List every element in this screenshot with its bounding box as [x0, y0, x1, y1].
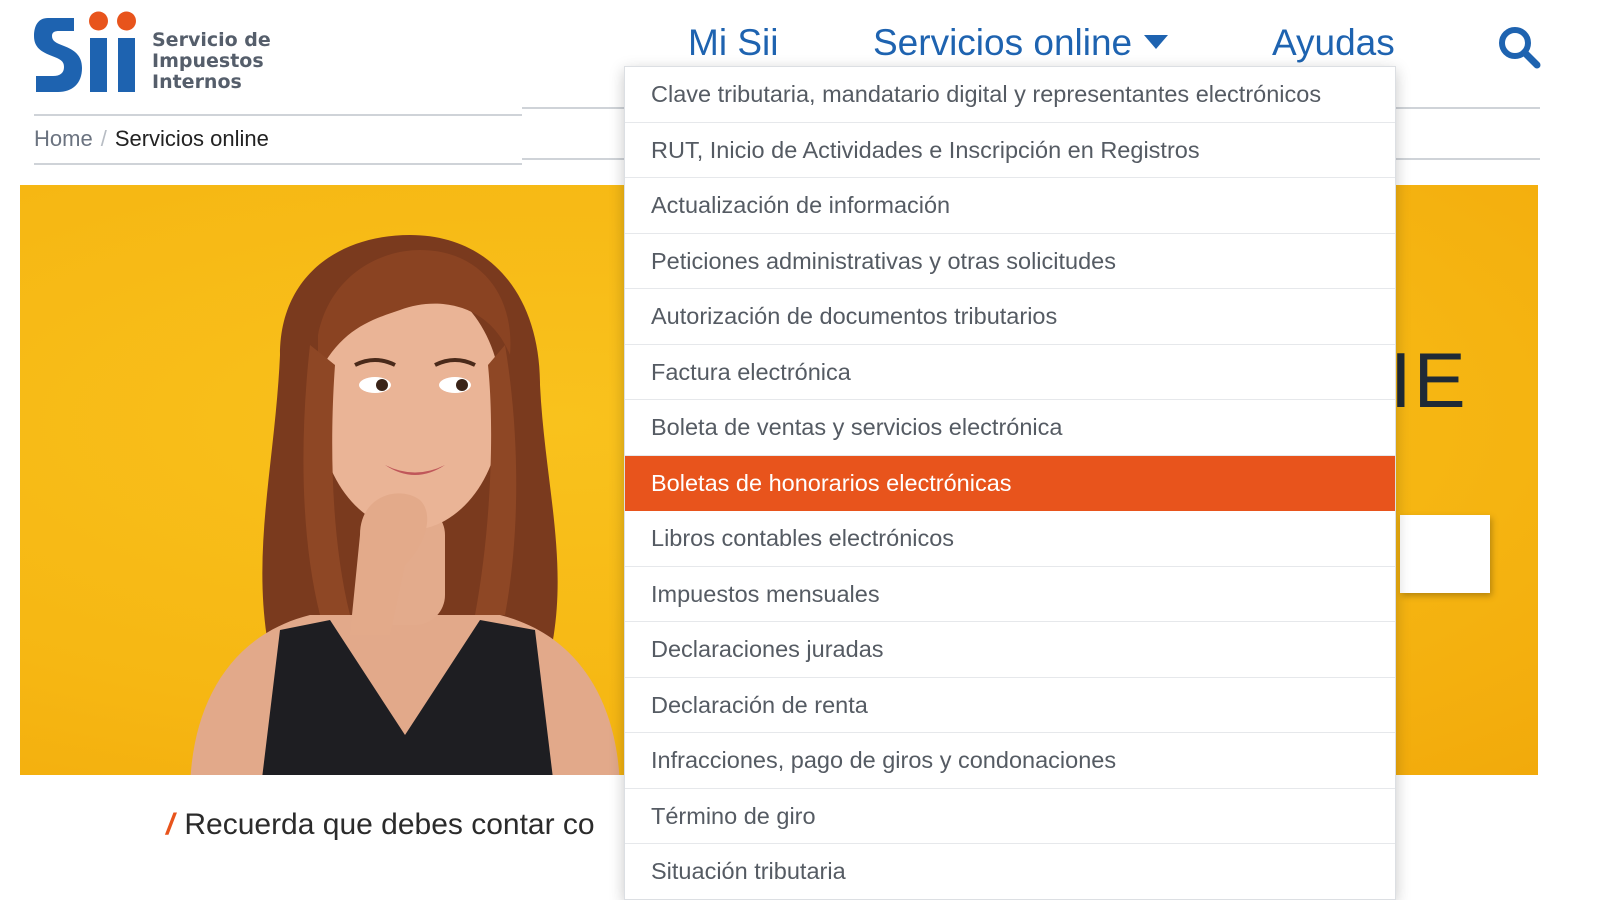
sii-logo-mark-icon	[34, 11, 136, 92]
menu-item-boletas-honorarios[interactable]: Boletas de honorarios electrónicas	[625, 455, 1395, 511]
sii-logo-text: Servicio de Impuestos Internos	[152, 30, 271, 93]
breadcrumb-home[interactable]: Home	[34, 126, 93, 151]
hero-button-card[interactable]	[1400, 515, 1490, 593]
nav-servicios-online[interactable]: Servicios online	[873, 22, 1169, 64]
sii-logo[interactable]: Servicio de Impuestos Internos	[34, 10, 274, 100]
menu-item-declaracion-renta[interactable]: Declaración de renta	[625, 678, 1395, 733]
logo-line-2: Impuestos	[152, 50, 264, 72]
menu-item-impuestos-mensuales[interactable]: Impuestos mensuales	[625, 567, 1395, 622]
menu-item-factura-electronica[interactable]: Factura electrónica	[625, 345, 1395, 400]
logo-line-3: Internos	[152, 71, 242, 93]
menu-item-infracciones-pago-giros[interactable]: Infracciones, pago de giros y condonacio…	[625, 733, 1395, 789]
menu-item-libros-contables[interactable]: Libros contables electrónicos	[625, 511, 1395, 567]
breadcrumb-separator: /	[100, 126, 107, 151]
servicios-online-dropdown: Clave tributaria, mandatario digital y r…	[624, 66, 1396, 900]
menu-item-rut-inicio-actividades[interactable]: RUT, Inicio de Actividades e Inscripción…	[625, 123, 1395, 178]
notice-text: / Recuerda que debes contar co	[166, 808, 595, 842]
search-icon	[1499, 27, 1541, 69]
menu-item-declaraciones-juradas[interactable]: Declaraciones juradas	[625, 622, 1395, 678]
hero-partial-heading: IE	[1390, 336, 1468, 424]
breadcrumb: Home / Servicios online	[34, 126, 269, 152]
menu-item-actualizacion-informacion[interactable]: Actualización de información	[625, 178, 1395, 234]
notice-message: Recuerda que debes contar co	[184, 808, 595, 841]
menu-item-boleta-ventas[interactable]: Boleta de ventas y servicios electrónica	[625, 400, 1395, 456]
header-divider-mid	[522, 107, 632, 109]
caret-down-icon	[1144, 35, 1169, 50]
search-button[interactable]	[1496, 24, 1542, 70]
breadcrumb-divider-right	[1396, 158, 1540, 160]
menu-item-peticiones-administrativas[interactable]: Peticiones administrativas y otras solic…	[625, 234, 1395, 289]
nav-servicios-online-label: Servicios online	[873, 22, 1133, 63]
menu-item-termino-giro[interactable]: Término de giro	[625, 789, 1395, 844]
notice-slash: /	[166, 808, 175, 841]
logo-line-1: Servicio de	[152, 29, 271, 51]
menu-item-clave-tributaria[interactable]: Clave tributaria, mandatario digital y r…	[625, 67, 1395, 123]
breadcrumb-divider-left	[34, 163, 522, 165]
breadcrumb-divider-mid	[522, 158, 632, 160]
nav-ayudas[interactable]: Ayudas	[1272, 22, 1395, 64]
header-divider-left	[34, 114, 522, 116]
menu-item-autorizacion-documentos[interactable]: Autorización de documentos tributarios	[625, 289, 1395, 345]
menu-item-situacion-tributaria[interactable]: Situación tributaria	[625, 844, 1395, 899]
breadcrumb-current: Servicios online	[114, 126, 269, 151]
nav-mi-sii[interactable]: Mi Sii	[688, 22, 778, 64]
header-divider-right	[1396, 107, 1540, 109]
woman-illustration	[190, 235, 620, 775]
